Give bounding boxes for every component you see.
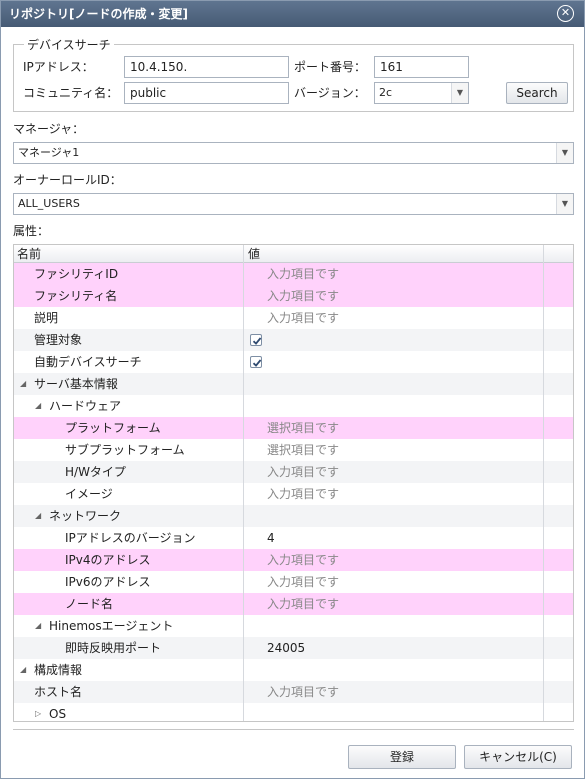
attribute-name: 構成情報 — [34, 663, 83, 677]
footer-divider — [13, 729, 574, 730]
attribute-row[interactable]: ◢ 構成情報 — [14, 659, 573, 681]
attribute-row[interactable]: IPv6のアドレス 入力項目です — [14, 571, 573, 593]
attribute-name: 説明 — [34, 311, 59, 325]
attribute-row[interactable]: 自動デバイスサーチ — [14, 351, 573, 373]
attribute-row[interactable]: ◢ ハードウェア — [14, 395, 573, 417]
attribute-row[interactable]: イメージ 入力項目です — [14, 483, 573, 505]
version-label: バージョン： — [294, 86, 366, 100]
attribute-row[interactable]: IPv4のアドレス 入力項目です — [14, 549, 573, 571]
port-input[interactable]: 161 — [374, 56, 469, 78]
attribute-value[interactable]: 入力項目です — [267, 483, 339, 505]
attribute-name: IPv6のアドレス — [65, 575, 151, 589]
dialog-title-bar: リポジトリ[ノードの作成・変更] ✕ — [1, 1, 584, 27]
attribute-row[interactable]: 説明 入力項目です — [14, 307, 573, 329]
search-button[interactable]: Search — [506, 82, 568, 104]
attribute-value[interactable]: 入力項目です — [267, 593, 339, 615]
checkbox-checked-icon[interactable] — [250, 334, 262, 346]
attribute-row[interactable]: H/Wタイプ 入力項目です — [14, 461, 573, 483]
attribute-value[interactable]: 入力項目です — [267, 549, 339, 571]
attribute-value[interactable]: 入力項目です — [267, 461, 339, 483]
ip-address-label: IPアドレス： — [23, 60, 94, 74]
port-label: ポート番号： — [294, 60, 367, 74]
attribute-name: OS — [49, 707, 67, 721]
attribute-row[interactable]: ◢ ネットワーク — [14, 505, 573, 527]
manager-label: マネージャ： — [13, 122, 85, 136]
attribute-name: ネットワーク — [49, 509, 122, 523]
column-header-name[interactable]: 名前 — [14, 245, 41, 263]
expanded-arrow-icon[interactable]: ◢ — [20, 373, 26, 395]
expanded-arrow-icon[interactable]: ◢ — [20, 659, 26, 681]
attribute-name: 自動デバイスサーチ — [34, 355, 142, 369]
attribute-name: Hinemosエージェント — [49, 619, 174, 633]
attribute-row[interactable]: ファシリティID 入力項目です — [14, 263, 573, 285]
attribute-row[interactable]: ◢ サーバ基本情報 — [14, 373, 573, 395]
chevron-down-icon[interactable]: ▼ — [556, 194, 573, 214]
attribute-value[interactable]: 入力項目です — [267, 571, 339, 593]
attribute-name: ノード名 — [65, 597, 114, 611]
community-input[interactable]: public — [124, 82, 289, 104]
attribute-name: ファシリティID — [34, 267, 119, 281]
attribute-row[interactable]: プラットフォーム 選択項目です — [14, 417, 573, 439]
register-button[interactable]: 登録 — [348, 745, 456, 769]
attribute-name: ハードウェア — [49, 399, 122, 413]
manager-value: マネージャ1 — [18, 146, 80, 159]
attribute-value[interactable]: 入力項目です — [267, 285, 339, 307]
attributes-table-header: 名前 値 — [14, 245, 573, 263]
attribute-name: ホスト名 — [34, 685, 83, 699]
attribute-row[interactable]: ▷ OS — [14, 703, 573, 721]
attributes-table: 名前 値 ファシリティID 入力項目です ファシリティ名 入力項目です 説明 入力項目です… — [13, 244, 574, 722]
attribute-name: サーバ基本情報 — [34, 377, 118, 391]
expanded-arrow-icon[interactable]: ◢ — [35, 395, 41, 417]
attribute-row[interactable]: サブプラットフォーム 選択項目です — [14, 439, 573, 461]
attribute-name: プラットフォーム — [65, 421, 161, 435]
attribute-value[interactable]: 24005 — [267, 637, 305, 659]
attribute-name: 即時反映用ポート — [65, 641, 162, 655]
attribute-name: サブプラットフォーム — [65, 443, 185, 457]
column-header-value[interactable]: 値 — [245, 245, 260, 263]
node-dialog: リポジトリ[ノードの作成・変更] ✕ デバイスサーチ IPアドレス： 10.4.… — [0, 0, 585, 779]
expanded-arrow-icon[interactable]: ◢ — [35, 505, 41, 527]
device-search-group: デバイスサーチ — [13, 36, 574, 112]
expanded-arrow-icon[interactable]: ◢ — [35, 615, 41, 637]
chevron-down-icon[interactable]: ▼ — [556, 143, 573, 163]
owner-role-select[interactable]: ALL_USERS ▼ — [13, 193, 574, 215]
attribute-row[interactable]: IPアドレスのバージョン 4 — [14, 527, 573, 549]
attribute-row[interactable]: ◢ Hinemosエージェント — [14, 615, 573, 637]
collapsed-arrow-icon[interactable]: ▷ — [35, 703, 41, 721]
attribute-row[interactable]: ホスト名 入力項目です — [14, 681, 573, 703]
attribute-value[interactable]: 入力項目です — [267, 681, 339, 703]
attribute-value[interactable]: 選択項目です — [267, 417, 339, 439]
manager-select[interactable]: マネージャ1 ▼ — [13, 142, 574, 164]
attribute-name: IPv4のアドレス — [65, 553, 151, 567]
checkbox-checked-icon[interactable] — [250, 356, 262, 368]
owner-role-value: ALL_USERS — [18, 197, 80, 210]
attribute-row[interactable]: ファシリティ名 入力項目です — [14, 285, 573, 307]
column-divider — [243, 245, 244, 721]
community-label: コミュニティ名： — [23, 86, 119, 100]
version-select[interactable]: 2c ▼ — [374, 82, 469, 104]
attribute-row[interactable]: 即時反映用ポート 24005 — [14, 637, 573, 659]
attribute-value[interactable]: 選択項目です — [267, 439, 339, 461]
attribute-name: イメージ — [65, 487, 113, 501]
attribute-name: IPアドレスのバージョン — [65, 531, 196, 545]
chevron-down-icon[interactable]: ▼ — [451, 83, 468, 103]
column-divider — [543, 245, 544, 721]
owner-role-label: オーナーロールID： — [13, 173, 122, 187]
attribute-value[interactable]: 4 — [267, 527, 275, 549]
attribute-value[interactable]: 入力項目です — [267, 263, 339, 285]
attribute-name: 管理対象 — [34, 333, 83, 347]
attribute-row[interactable]: 管理対象 — [14, 329, 573, 351]
close-icon[interactable]: ✕ — [557, 5, 574, 22]
cancel-button[interactable]: キャンセル(C) — [464, 745, 572, 769]
version-value: 2c — [379, 86, 393, 99]
attribute-name: ファシリティ名 — [34, 289, 118, 303]
ip-address-input[interactable]: 10.4.150. — [124, 56, 289, 78]
attributes-label: 属性： — [13, 224, 50, 238]
dialog-title: リポジトリ[ノードの作成・変更] — [9, 7, 188, 21]
attribute-value[interactable]: 入力項目です — [267, 307, 339, 329]
attribute-name: H/Wタイプ — [65, 465, 126, 479]
device-search-legend: デバイスサーチ — [24, 36, 114, 53]
attribute-row[interactable]: ノード名 入力項目です — [14, 593, 573, 615]
